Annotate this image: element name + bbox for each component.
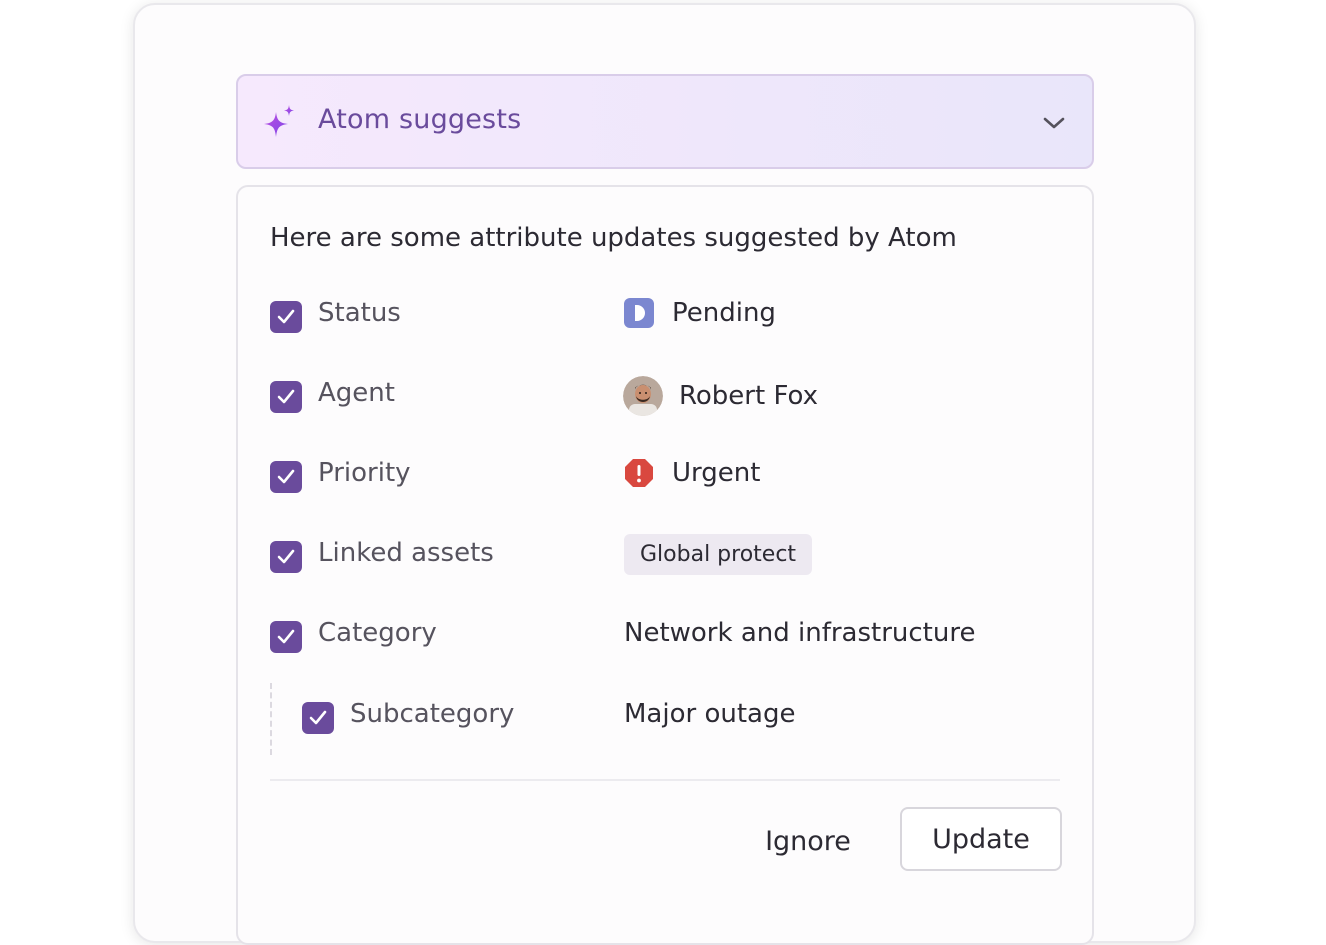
check-icon xyxy=(309,710,327,725)
suggestion-row-linked-assets: Linked assets Global protect xyxy=(238,534,1092,577)
subcategory-label: Subcategory xyxy=(350,699,515,729)
linked-assets-label: Linked assets xyxy=(318,538,494,568)
avatar xyxy=(623,376,663,416)
category-value: Network and infrastructure xyxy=(624,618,975,648)
ignore-button[interactable]: Ignore xyxy=(748,809,868,873)
suggestion-row-subcategory: Subcategory Major outage xyxy=(238,698,1092,738)
suggestions-panel: Here are some attribute updates suggeste… xyxy=(236,185,1094,945)
header-title: Atom suggests xyxy=(318,104,522,135)
check-icon xyxy=(277,469,295,484)
subcategory-value: Major outage xyxy=(624,699,795,729)
category-value-text: Network and infrastructure xyxy=(624,618,976,648)
status-label: Status xyxy=(318,298,401,328)
suggestion-row-priority: Priority Urgent xyxy=(238,457,1092,497)
subcategory-value-text: Major outage xyxy=(624,699,796,729)
priority-value: Urgent xyxy=(624,458,760,488)
status-checkbox[interactable] xyxy=(270,301,302,333)
agent-checkbox[interactable] xyxy=(270,381,302,413)
agent-value-text: Robert Fox xyxy=(679,381,818,411)
intro-text: Here are some attribute updates suggeste… xyxy=(270,223,957,253)
agent-value: Robert Fox xyxy=(623,376,818,416)
status-value: Pending xyxy=(624,298,776,328)
asset-tag[interactable]: Global protect xyxy=(624,534,813,575)
suggestion-row-agent: Agent Robert Fox xyxy=(238,376,1092,417)
subcategory-checkbox[interactable] xyxy=(302,702,334,734)
pending-status-icon xyxy=(624,298,654,328)
agent-label: Agent xyxy=(318,378,395,408)
atom-suggests-header[interactable]: Atom suggests xyxy=(236,74,1094,169)
status-value-text: Pending xyxy=(672,298,776,328)
sparkle-icon xyxy=(264,105,294,137)
check-icon xyxy=(277,629,295,644)
category-checkbox[interactable] xyxy=(270,621,302,653)
priority-label: Priority xyxy=(318,458,411,488)
chevron-down-icon[interactable] xyxy=(1042,112,1066,134)
category-label: Category xyxy=(318,618,437,648)
check-icon xyxy=(277,549,295,564)
update-button[interactable]: Update xyxy=(900,807,1062,871)
suggestion-row-status: Status Pending xyxy=(238,297,1092,337)
linked-assets-value: Global protect xyxy=(624,534,813,575)
urgent-alert-icon xyxy=(625,459,653,487)
check-icon xyxy=(277,309,295,324)
check-icon xyxy=(277,389,295,404)
priority-checkbox[interactable] xyxy=(270,461,302,493)
divider xyxy=(270,779,1060,781)
suggestion-row-category: Category Network and infrastructure xyxy=(238,617,1092,657)
linked-assets-checkbox[interactable] xyxy=(270,541,302,573)
priority-value-text: Urgent xyxy=(672,458,761,488)
